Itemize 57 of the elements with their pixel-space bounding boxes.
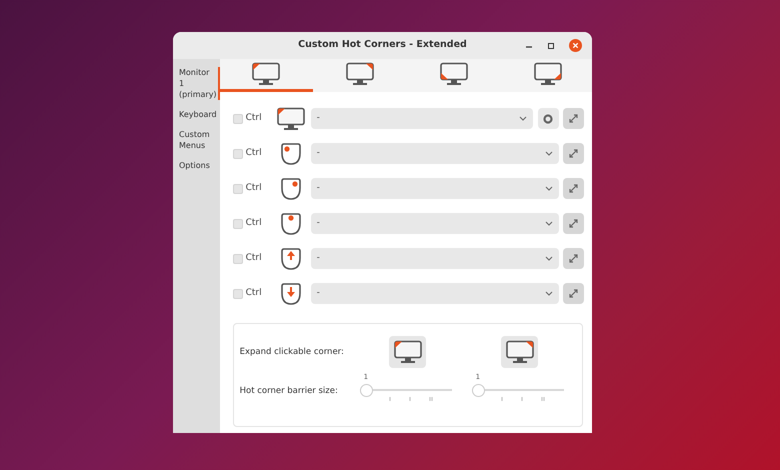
monitor-icon (276, 106, 306, 130)
checkbox[interactable] (232, 218, 243, 228)
checkbox-label: Ctrl (246, 286, 263, 300)
sidebar-item[interactable]: Custom Menus (173, 129, 220, 151)
maximize-icon[interactable] (547, 42, 555, 50)
chevron-down-icon (518, 116, 527, 121)
chevron-down-icon (544, 186, 553, 191)
close-icon[interactable] (569, 39, 582, 52)
action-dropdown[interactable]: - (310, 213, 559, 234)
expand-icon (568, 253, 579, 264)
checkbox-label: Ctrl (246, 252, 263, 265)
expand-corner-button[interactable] (389, 336, 426, 368)
checkbox-label: Ctrl (246, 182, 263, 195)
expand-icon (568, 288, 579, 299)
monitor-icon (345, 62, 376, 86)
expand-button[interactable] (562, 143, 584, 164)
window-title: Custom Hot Corners - Extended (298, 38, 467, 52)
checkbox[interactable] (232, 114, 243, 124)
chevron-down-icon (544, 151, 553, 156)
monitor-top-edge-icon (392, 340, 423, 364)
monitor-icon (251, 62, 282, 86)
action-dropdown[interactable]: - (310, 178, 559, 199)
expand-icon (568, 113, 579, 124)
ring-icon (543, 114, 554, 124)
expand-corner-button[interactable] (501, 336, 538, 368)
monitor-icon (532, 62, 563, 86)
checkbox[interactable] (232, 148, 243, 158)
sidebar-item[interactable]: Options (173, 160, 220, 171)
chevron-down-icon (544, 291, 553, 296)
action-dropdown[interactable]: - (310, 143, 559, 164)
barrier-label: Hot corner barrier size: (240, 384, 339, 398)
action-dropdown[interactable]: - (310, 248, 559, 269)
settings-button[interactable] (538, 108, 559, 129)
expand-label: Expand clickable corner: (240, 346, 345, 358)
action-dropdown[interactable]: - (310, 108, 533, 129)
checkbox[interactable] (232, 254, 243, 264)
expand-button[interactable] (562, 213, 584, 234)
expand-button[interactable] (562, 283, 584, 304)
expand-button[interactable] (562, 178, 584, 199)
checkbox-label: Ctrl (246, 112, 263, 125)
checkbox[interactable] (232, 184, 243, 194)
action-dropdown[interactable]: - (310, 283, 559, 304)
checkbox[interactable] (232, 288, 243, 298)
expand-icon (568, 218, 579, 229)
sidebar-item[interactable]: Keyboard (173, 109, 220, 120)
expand-button[interactable] (562, 248, 584, 269)
checkbox-label: Ctrl (246, 216, 263, 230)
monitor-left-edge-icon (504, 340, 535, 364)
expand-button[interactable] (562, 108, 584, 129)
chevron-down-icon (544, 256, 553, 261)
slider-thumb[interactable] (360, 384, 373, 396)
chevron-down-icon (544, 221, 553, 226)
expand-icon (568, 148, 579, 159)
checkbox-label: Ctrl (246, 146, 263, 160)
monitor-icon (438, 62, 469, 86)
slider-thumb[interactable] (472, 384, 485, 396)
expand-icon (568, 183, 579, 194)
